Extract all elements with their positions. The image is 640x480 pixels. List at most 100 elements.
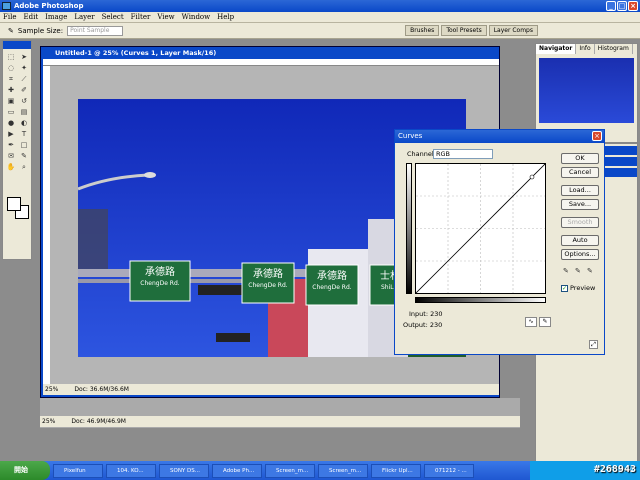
gradient-tool-icon[interactable]: ▤ (18, 107, 30, 117)
expand-icon[interactable]: ⤢ (589, 340, 598, 349)
toolbox-header[interactable] (3, 41, 31, 49)
zoom-tool-icon[interactable]: ⌕ (18, 162, 30, 172)
history-brush-tool-icon[interactable]: ↺ (18, 96, 30, 106)
lasso-tool-icon[interactable]: ◌ (5, 63, 17, 73)
menu-view[interactable]: View (157, 13, 174, 21)
notes-tool-icon[interactable]: ✉ (5, 151, 17, 161)
sign-chinese: 承德路 (253, 267, 283, 280)
taskbar-item[interactable]: Adobe Ph... (212, 463, 262, 478)
menu-help[interactable]: Help (217, 13, 234, 21)
brush-tool-icon[interactable]: ✐ (18, 85, 30, 95)
preview-option[interactable]: ✓ Preview (561, 284, 595, 292)
taskbar-item[interactable]: SONY DS... (159, 463, 209, 478)
hand-tool-icon[interactable]: ✋ (5, 162, 17, 172)
preview-label: Preview (570, 284, 596, 292)
pen-tool-icon[interactable]: ✒ (5, 140, 17, 150)
close-button[interactable]: × (628, 1, 638, 11)
auto-button[interactable]: Auto (561, 235, 599, 246)
options-button[interactable]: Options... (561, 249, 599, 260)
palette-well: Brushes Tool Presets Layer Comps (405, 25, 538, 36)
background-document-status-bar: 25% Doc: 46.9M/46.9M (40, 416, 520, 427)
curves-title[interactable]: Curves (395, 130, 604, 143)
menu-filter[interactable]: Filter (131, 13, 151, 21)
load-button[interactable]: Load... (561, 185, 599, 196)
input-gradient-bar[interactable] (415, 297, 546, 303)
shape-tool-icon[interactable]: □ (18, 140, 30, 150)
navigator-thumbnail[interactable] (539, 58, 634, 123)
taskbar-item[interactable]: 104. KO... (106, 463, 156, 478)
stamp-tool-icon[interactable]: ▣ (5, 96, 17, 106)
output-label: Output: (403, 321, 428, 329)
tab-histogram[interactable]: Histogram (595, 44, 633, 54)
photoshop-icon (2, 2, 11, 10)
healing-tool-icon[interactable]: ✚ (5, 85, 17, 95)
menu-layer[interactable]: Layer (74, 13, 94, 21)
menu-edit[interactable]: Edit (23, 13, 38, 21)
save-button[interactable]: Save... (561, 199, 599, 210)
crop-tool-icon[interactable]: ⌗ (5, 74, 17, 84)
background-document-window[interactable]: 25% Doc: 46.9M/46.9M (40, 398, 520, 428)
sample-size-select[interactable]: Point Sample (67, 25, 124, 36)
menu-select[interactable]: Select (102, 13, 124, 21)
output-value: 230 (429, 321, 443, 329)
black-point-eyedropper-icon[interactable]: ✎ (563, 267, 571, 275)
toolbox: ⬚ ➤ ◌ ✦ ⌗ ⟋ ✚ ✐ ▣ ↺ ▭ ▤ ● ◐ ▶ T ✒ □ ✉ ✎ … (2, 40, 32, 260)
taskbar-item[interactable]: Flickr Upl... (371, 463, 421, 478)
well-tab-brushes[interactable]: Brushes (405, 25, 440, 36)
tab-navigator[interactable]: Navigator (536, 44, 577, 54)
close-icon[interactable]: × (592, 131, 602, 141)
start-button[interactable]: 開始 (0, 461, 50, 480)
path-selection-tool-icon[interactable]: ▶ (5, 129, 17, 139)
document-title[interactable]: Untitled-1 @ 25% (Curves 1, Layer Mask/1… (41, 47, 499, 59)
zoom-level[interactable]: 25% (45, 386, 58, 393)
eraser-tool-icon[interactable]: ▭ (5, 107, 17, 117)
eyedropper-tool-icon[interactable]: ✎ (18, 151, 30, 161)
menu-file[interactable]: File (3, 13, 16, 21)
menu-window[interactable]: Window (182, 13, 211, 21)
smooth-button[interactable]: Smooth (561, 217, 599, 228)
channel-select[interactable]: RGB (433, 149, 493, 159)
street-sign: 承德路 ChengDe Rd. (129, 260, 191, 302)
well-tab-tool-presets[interactable]: Tool Presets (441, 25, 487, 36)
zoom-level[interactable]: 25% (42, 418, 55, 425)
options-bar: ✎ Sample Size: Point Sample (0, 23, 640, 39)
horizontal-ruler[interactable] (43, 59, 499, 66)
foreground-color-swatch[interactable] (7, 197, 21, 211)
vertical-ruler[interactable] (43, 66, 50, 384)
doc-size-info[interactable]: Doc: 36.6M/36.6M (74, 386, 129, 393)
white-point-eyedropper-icon[interactable]: ✎ (587, 267, 595, 275)
move-tool-icon[interactable]: ➤ (18, 52, 30, 62)
input-value: 230 (430, 310, 443, 318)
app-title: Adobe Photoshop (14, 2, 84, 10)
well-tab-layer-comps[interactable]: Layer Comps (488, 25, 538, 36)
type-tool-icon[interactable]: T (18, 129, 30, 139)
pencil-mode-icon[interactable]: ✎ (539, 317, 551, 327)
slice-tool-icon[interactable]: ⟋ (18, 74, 30, 84)
doc-size-info[interactable]: Doc: 46.9M/46.9M (71, 418, 126, 425)
app-title-bar: Adobe Photoshop _ □ × (0, 0, 640, 12)
gray-point-eyedropper-icon[interactable]: ✎ (575, 267, 583, 275)
marquee-tool-icon[interactable]: ⬚ (5, 52, 17, 62)
menu-image[interactable]: Image (45, 13, 67, 21)
preview-checkbox[interactable]: ✓ (561, 284, 568, 292)
maximize-button[interactable]: □ (617, 1, 627, 11)
taskbar-item[interactable]: Pixelfun (53, 463, 103, 478)
ok-button[interactable]: OK (561, 153, 599, 164)
magic-wand-tool-icon[interactable]: ✦ (18, 63, 30, 73)
curve-mode-icon[interactable]: ∿ (525, 317, 537, 327)
taskbar-item[interactable]: Screen_m... (318, 463, 368, 478)
sign-english: ChengDe Rd. (140, 280, 179, 287)
taskbar: 開始 Pixelfun 104. KO... SONY DS... Adobe … (0, 461, 640, 480)
curve-graph[interactable] (415, 163, 546, 294)
dodge-tool-icon[interactable]: ◐ (18, 118, 30, 128)
taskbar-item[interactable]: Screen_m... (265, 463, 315, 478)
taskbar-item[interactable]: 071212 - ... (424, 463, 474, 478)
blur-tool-icon[interactable]: ● (5, 118, 17, 128)
input-label: Input: (409, 310, 429, 318)
sign-english: ChengDe Rd. (248, 282, 287, 289)
cancel-button[interactable]: Cancel (561, 167, 599, 178)
sample-size-label: Sample Size: (17, 26, 64, 35)
sign-chinese: 承德路 (145, 265, 175, 278)
tab-info[interactable]: Info (576, 44, 595, 54)
minimize-button[interactable]: _ (606, 1, 616, 11)
